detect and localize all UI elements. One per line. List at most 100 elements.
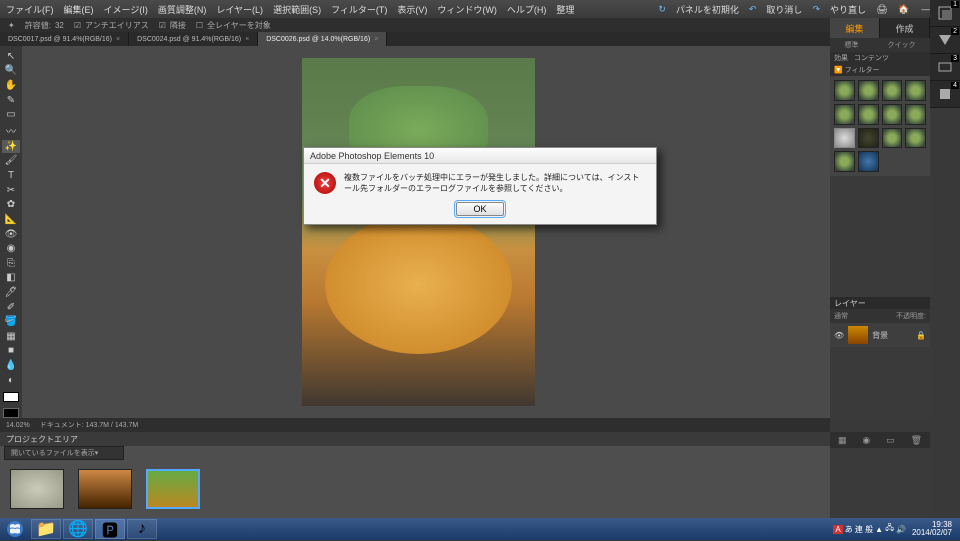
straighten-tool[interactable]: 📐 (2, 213, 20, 226)
paint-bucket-tool[interactable]: 🪣 (2, 315, 20, 328)
ime-status[interactable]: あ 連 般 (845, 524, 873, 535)
layer-row[interactable]: 👁 背景 🔒 (830, 323, 930, 347)
effect-thumb[interactable] (882, 104, 903, 125)
taskbar-pse[interactable]: 🅿 (95, 519, 125, 539)
effect-thumb[interactable] (905, 80, 926, 101)
zoom-level[interactable]: 14.02% (6, 422, 30, 429)
footer-icon[interactable]: ▦ (838, 435, 847, 446)
effect-thumb[interactable] (858, 151, 879, 172)
redo-button[interactable]: やり直し (830, 3, 866, 16)
visibility-icon[interactable]: 👁 (834, 331, 844, 340)
dialog-title[interactable]: Adobe Photoshop Elements 10 (304, 148, 656, 164)
shape-tool[interactable]: ■ (2, 345, 20, 358)
close-icon[interactable]: × (116, 36, 120, 43)
effect-thumb[interactable] (858, 104, 879, 125)
eraser-tool[interactable]: ◧ (2, 272, 20, 285)
clone-tool[interactable]: ⎘ (2, 257, 20, 270)
home-icon[interactable]: 🏠 (898, 3, 910, 15)
menu-arrange[interactable]: 整理 (556, 3, 574, 16)
tray-icon[interactable]: 🖧 (885, 522, 894, 536)
effect-thumb[interactable] (905, 104, 926, 125)
blur-tool[interactable]: 💧 (2, 359, 20, 372)
tab-doc-2[interactable]: DSC0024.psd @ 91.4%(RGB/16)× (129, 32, 258, 46)
background-color[interactable] (3, 408, 19, 418)
subtab-standard[interactable]: 標準 (845, 40, 859, 50)
crop-tool[interactable]: ✂ (2, 184, 20, 197)
antialias-checkbox[interactable]: ☑ アンチエイリアス (74, 20, 149, 31)
effect-thumb[interactable] (858, 80, 879, 101)
ok-button[interactable]: OK (456, 202, 503, 216)
layer-thumbnail[interactable] (848, 326, 868, 344)
menu-help[interactable]: ヘルプ(H) (507, 3, 547, 16)
menu-enhance[interactable]: 画質調整(N) (158, 3, 207, 16)
menu-layer[interactable]: レイヤー(L) (216, 3, 263, 16)
subtab-quick[interactable]: クイック (888, 40, 916, 50)
eyedropper-tool[interactable]: ✎ (2, 94, 20, 107)
panel-icon-4[interactable]: 4 (930, 81, 960, 108)
tab-create[interactable]: 作成 (880, 18, 930, 38)
gradient-tool[interactable]: ▦ (2, 330, 20, 343)
effect-thumb[interactable] (882, 128, 903, 149)
footer-icon[interactable]: ▭ (886, 435, 895, 446)
print-icon[interactable]: 🖨 (876, 3, 888, 15)
menu-image[interactable]: イメージ(I) (104, 3, 148, 16)
tray-icon[interactable]: 🔊 (896, 525, 906, 534)
effect-thumb[interactable] (834, 80, 855, 101)
panel-icon-1[interactable]: 1 (930, 0, 960, 27)
taskbar-chrome[interactable]: 🌐 (63, 519, 93, 539)
content-header[interactable]: コンテンツ (854, 53, 889, 63)
effect-thumb[interactable] (834, 104, 855, 125)
menu-edit[interactable]: 編集(E) (64, 3, 94, 16)
menu-file[interactable]: ファイル(F) (6, 3, 54, 16)
undo-button[interactable]: 取り消し (766, 3, 802, 16)
document-canvas[interactable] (302, 58, 535, 406)
tolerance-value[interactable]: 32 (55, 21, 64, 30)
contiguous-checkbox[interactable]: ☑ 隣接 (159, 20, 186, 31)
brush-tool[interactable]: 🖊 (2, 286, 20, 299)
project-bin-dropdown[interactable]: 開いているファイルを表示 ▾ (4, 446, 124, 460)
bin-thumb[interactable] (146, 469, 200, 509)
taskbar-explorer[interactable]: 📁 (31, 519, 61, 539)
effect-thumb[interactable] (834, 151, 855, 172)
type-tool[interactable]: T (2, 169, 20, 182)
close-icon[interactable]: × (245, 36, 249, 43)
panel-icon-3[interactable]: 3 (930, 54, 960, 81)
footer-icon[interactable]: 🗑 (911, 435, 922, 446)
zoom-tool[interactable]: 🔍 (2, 65, 20, 78)
system-tray[interactable]: A あ 連 般 ▲ 🖧 🔊 19:38 2014/02/07 (833, 521, 960, 537)
tab-doc-1[interactable]: DSC0017.psd @ 91.4%(RGB/16)× (0, 32, 129, 46)
tab-edit[interactable]: 編集 (830, 18, 880, 38)
tab-doc-3[interactable]: DSC0026.psd @ 14.0%(RGB/16)× (258, 32, 387, 46)
blend-mode-dropdown[interactable]: 通常 (834, 311, 848, 321)
effect-thumb[interactable] (858, 128, 879, 149)
filter-dropdown[interactable]: 🔽 フィルター (834, 65, 880, 75)
taskbar-clock[interactable]: 19:38 2014/02/07 (908, 521, 956, 537)
effect-thumb[interactable] (882, 80, 903, 101)
panel-icon-2[interactable]: 2 (930, 27, 960, 54)
magic-wand-tool[interactable]: ✨ (2, 140, 20, 153)
bin-thumb[interactable] (78, 469, 132, 509)
spot-heal-tool[interactable]: ◉ (2, 242, 20, 255)
effect-thumb[interactable] (905, 128, 926, 149)
close-icon[interactable]: × (374, 36, 378, 43)
hand-tool[interactable]: ✋ (2, 79, 20, 92)
panel-reset[interactable]: パネルを初期化 (676, 3, 739, 16)
taskbar-itunes[interactable]: ♪ (127, 519, 157, 539)
tray-icon[interactable]: ▲ (875, 525, 883, 534)
menu-select[interactable]: 選択範囲(S) (273, 3, 321, 16)
footer-icon[interactable]: ◉ (862, 435, 870, 446)
menu-window[interactable]: ウィンドウ(W) (437, 3, 497, 16)
sponge-tool[interactable]: ◐ (2, 374, 20, 387)
marquee-tool[interactable]: ▭ (2, 108, 20, 121)
tool-preset-icon[interactable]: ✦ (8, 21, 15, 30)
move-tool[interactable]: ↖ (2, 50, 20, 63)
all-layers-checkbox[interactable]: ☐ 全レイヤーを対象 (196, 20, 271, 31)
tray-icon[interactable]: A (833, 525, 842, 534)
selection-brush-tool[interactable]: 🖌 (2, 155, 20, 168)
start-button[interactable] (0, 518, 30, 540)
smart-brush-tool[interactable]: ✐ (2, 301, 20, 314)
cookie-cutter-tool[interactable]: ✿ (2, 198, 20, 211)
bin-thumb[interactable] (10, 469, 64, 509)
redeye-tool[interactable]: 👁 (2, 228, 20, 241)
menu-filter[interactable]: フィルター(T) (331, 3, 387, 16)
